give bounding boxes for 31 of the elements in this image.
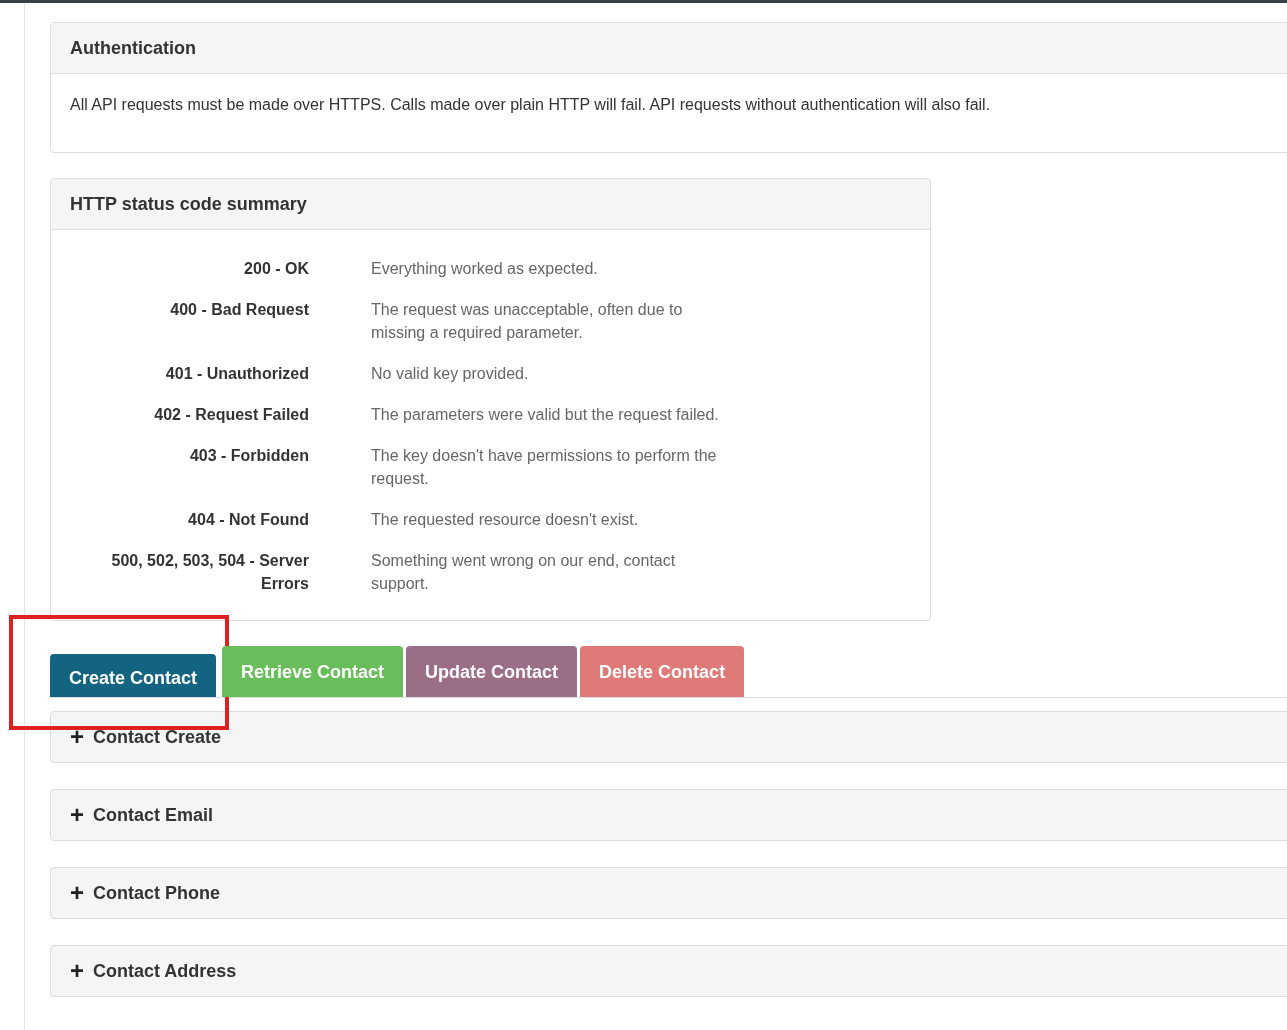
status-description: The request was unacceptable, often due to missing a required parameter. — [371, 300, 684, 343]
status-code: 404 - Not Found — [188, 510, 309, 530]
status-code: 500, 502, 503, 504 - Server Errors — [110, 551, 309, 594]
section-title: Contact Address — [93, 960, 237, 983]
status-code: 403 - Forbidden — [189, 446, 309, 466]
section-title: Contact Phone — [93, 882, 221, 905]
status-description: The key doesn't have permissions to perform the request. — [371, 446, 718, 489]
authentication-text: All API requests must be made over HTTPS. Calls made over plain HTTP will fail. API requests without authentication will also fail. — [70, 95, 991, 115]
panel-title: Authentication — [70, 37, 196, 60]
status-code: 401 - Unauthorized — [165, 364, 309, 384]
expand-icon: + — [70, 881, 84, 905]
expand-icon: + — [70, 959, 84, 983]
status-description: Everything worked as expected. — [371, 259, 598, 279]
collapsible-section[interactable]: + Contact Phone — [50, 867, 1287, 919]
tab[interactable]: Create Contact — [50, 654, 217, 697]
status-description: The requested resource doesn't exist. — [371, 510, 639, 530]
status-code: 402 - Request Failed — [154, 405, 309, 425]
panel-title: HTTP status code summary — [70, 193, 307, 216]
expand-icon: + — [70, 725, 84, 749]
section-title: Contact Email — [93, 804, 214, 827]
collapsible-section[interactable]: + Contact Address — [50, 945, 1287, 997]
expand-icon: + — [70, 803, 84, 827]
status-code: 400 - Bad Request — [170, 300, 309, 320]
status-code: 200 - OK — [244, 259, 309, 279]
tab[interactable]: Update Contact — [406, 646, 578, 697]
collapsible-section[interactable]: + Contact Create — [50, 711, 1287, 763]
status-description: Something went wrong on our end, contact support. — [371, 551, 677, 594]
status-description: No valid key provided. — [371, 364, 529, 384]
status-description: The parameters were valid but the request failed. — [371, 405, 719, 425]
section-title: Contact Create — [93, 726, 222, 749]
collapsible-section[interactable]: + Contact Email — [50, 789, 1287, 841]
